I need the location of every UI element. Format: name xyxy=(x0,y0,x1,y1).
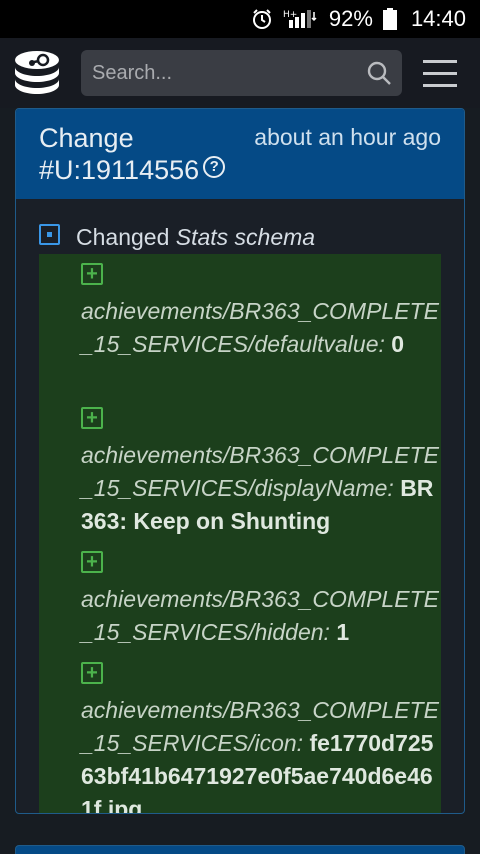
search-box[interactable] xyxy=(81,50,402,96)
diff-list: + achievements/BR363_COMPLETE_15_SERVICE… xyxy=(39,254,441,813)
change-target: Stats schema xyxy=(175,224,316,250)
diff-key: achievements/BR363_COMPLETE_15_SERVICES/… xyxy=(81,298,439,357)
diff-entry: + achievements/BR363_COMPLETE_15_SERVICE… xyxy=(81,407,441,538)
main-content[interactable]: Change #U:19114556? about an hour ago Ch… xyxy=(0,108,480,854)
next-change-card xyxy=(15,845,465,854)
plus-icon: + xyxy=(81,551,103,573)
diff-key: achievements/BR363_COMPLETE_15_SERVICES/… xyxy=(81,442,439,501)
change-type-icon xyxy=(39,224,60,245)
signal-icon: H+ xyxy=(283,8,319,30)
plus-icon: + xyxy=(81,407,103,429)
change-summary: Changed Stats schema xyxy=(39,224,315,251)
search-input[interactable] xyxy=(81,61,351,85)
diff-value: 0 xyxy=(391,331,405,357)
diff-value: 1 xyxy=(336,619,350,645)
diff-entry: + achievements/BR363_COMPLETE_15_SERVICE… xyxy=(81,263,441,361)
diff-entry: + achievements/BR363_COMPLETE_15_SERVICE… xyxy=(81,551,441,649)
search-icon[interactable] xyxy=(366,60,392,91)
top-nav-bar xyxy=(0,38,480,108)
alarm-icon xyxy=(251,8,273,30)
change-timestamp: about an hour ago xyxy=(254,124,441,150)
change-card-header: Change #U:19114556? about an hour ago xyxy=(16,109,464,199)
steamdb-logo-icon[interactable] xyxy=(13,49,61,97)
change-card: Change #U:19114556? about an hour ago Ch… xyxy=(15,108,465,814)
diff-entry: + achievements/BR363_COMPLETE_15_SERVICE… xyxy=(81,662,441,813)
plus-icon: + xyxy=(81,662,103,684)
battery-percent: 92% xyxy=(328,6,373,31)
change-title[interactable]: Change #U:19114556? xyxy=(39,122,229,186)
plus-icon: + xyxy=(81,263,103,285)
help-icon[interactable]: ? xyxy=(203,156,226,178)
change-id-text[interactable]: Change #U:19114556 xyxy=(39,123,199,185)
change-action: Changed xyxy=(76,224,170,250)
status-bar: H+ 92% 14:40 xyxy=(0,0,480,38)
diff-key: achievements/BR363_COMPLETE_15_SERVICES/… xyxy=(81,586,439,645)
clock: 14:40 xyxy=(410,6,466,31)
battery-icon xyxy=(382,8,397,30)
hamburger-menu-icon[interactable] xyxy=(421,57,461,89)
